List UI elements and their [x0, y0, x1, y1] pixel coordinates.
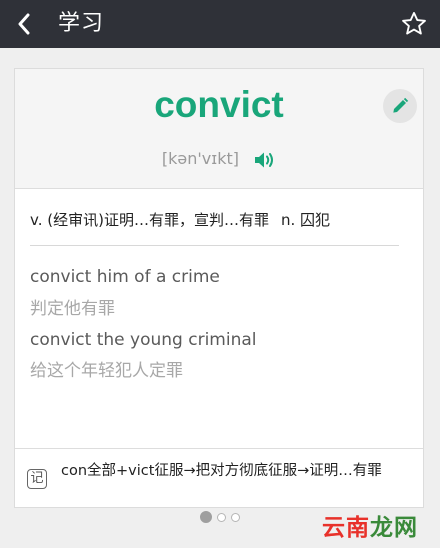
star-icon [402, 11, 426, 35]
chevron-left-icon [18, 13, 30, 35]
word-card: convict [kən'vɪkt] v. (经审讯)证明…有罪，宣判…有罪 n.… [14, 68, 424, 508]
page-dot[interactable] [231, 512, 240, 522]
example-en: convict the young criminal [30, 330, 257, 350]
definition-noun: n. 囚犯 [280, 211, 331, 229]
page-dot-active[interactable] [200, 511, 212, 523]
word-header: convict [kən'vɪkt] [15, 69, 423, 189]
definition: v. (经审讯)证明…有罪，宣判…有罪 n. 囚犯 [30, 209, 400, 231]
headword: convict [154, 84, 284, 125]
pronunciation: [kən'vɪkt] [15, 148, 423, 170]
watermark-logo: 云南龙网 [322, 514, 418, 540]
pencil-icon [393, 97, 409, 113]
phonetic-text: [kən'vɪkt] [161, 149, 239, 168]
example-zh: 判定他有罪 [30, 299, 115, 319]
example-zh: 给这个年轻犯人定罪 [30, 361, 183, 381]
edit-button[interactable] [383, 89, 417, 123]
favorite-button[interactable] [400, 10, 428, 38]
back-button[interactable] [12, 12, 36, 36]
page-title: 学习 [58, 11, 105, 36]
top-bar: 学习 [0, 0, 440, 48]
definition-divider [30, 245, 399, 246]
definition-verb: v. (经审讯)证明…有罪，宣判…有罪 [30, 211, 269, 229]
memory-icon: 记 [27, 469, 47, 489]
mnemonic-text: con全部+vict征服→把对方彻底征服→证明…有罪 [61, 463, 382, 479]
speaker-button[interactable] [254, 151, 276, 169]
mnemonic-divider [15, 448, 423, 449]
page-dot[interactable] [217, 512, 226, 522]
speaker-icon [255, 152, 274, 167]
example-en: convict him of a crime [30, 267, 220, 287]
